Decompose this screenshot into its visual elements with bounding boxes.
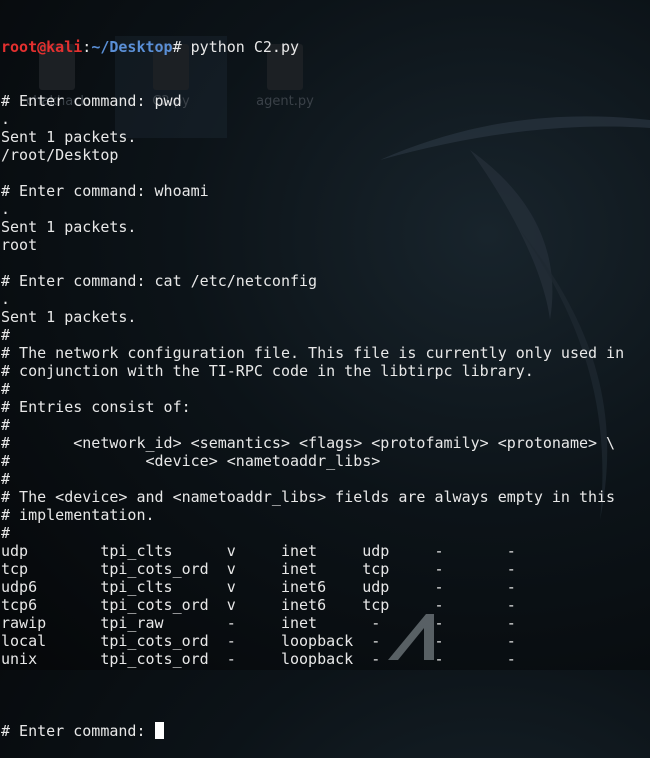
output-line: # Enter command: whoami <box>1 182 209 200</box>
output-line: Sent 1 packets. <box>1 308 137 326</box>
output-line: # <device> <nametoaddr_libs> <box>1 452 381 470</box>
output-line: # The network configuration file. This f… <box>1 344 625 362</box>
output-line: # The <device> and <nametoaddr_libs> fie… <box>1 488 616 506</box>
output-line: udp6 tpi_clts v inet6 udp - - <box>1 578 516 596</box>
prompt-user-host: root@kali <box>1 38 83 56</box>
prompt-path: ~/Desktop <box>91 38 173 56</box>
output-line: . <box>1 290 11 308</box>
prompt-command: python C2.py <box>190 38 300 56</box>
output-line: . <box>1 110 11 128</box>
output-line: . <box>1 200 11 218</box>
prompt-symbol: # <box>172 38 191 56</box>
output-line: # <box>1 524 11 542</box>
output-line: # <box>1 326 11 344</box>
prompt-separator: : <box>82 38 92 56</box>
output-line: # <network_id> <semantics> <flags> <prot… <box>1 434 616 452</box>
input-line[interactable]: # Enter command: <box>1 722 624 740</box>
output-line: Sent 1 packets. <box>1 218 137 236</box>
shell-prompt-line: root@kali:~/Desktop# python C2.py <box>1 38 624 56</box>
output-line: # <box>1 470 11 488</box>
terminal-output[interactable]: root@kali:~/Desktop# python C2.py # Ente… <box>1 2 624 758</box>
output-line: /root/Desktop <box>1 146 119 164</box>
output-line: # Enter command: cat /etc/netconfig <box>1 272 318 290</box>
output-line: tcp6 tpi_cots_ord v inet6 tcp - - <box>1 596 516 614</box>
output-line: udp tpi_clts v inet udp - - <box>1 542 516 560</box>
output-line: unix tpi_cots_ord - loopback - - - <box>1 650 516 668</box>
output-line: local tpi_cots_ord - loopback - - - <box>1 632 516 650</box>
output-line: root <box>1 236 38 254</box>
output-line: # Enter command: pwd <box>1 92 182 110</box>
output-line: Sent 1 packets. <box>1 128 137 146</box>
output-line: tcp tpi_cots_ord v inet tcp - - <box>1 560 516 578</box>
output-line: # conjunction with the TI-RPC code in th… <box>1 362 534 380</box>
output-line: # <box>1 416 11 434</box>
text-cursor <box>154 722 164 739</box>
output-line: # Entries consist of: <box>1 398 191 416</box>
output-line: # <box>1 380 11 398</box>
input-prompt: # Enter command: <box>1 722 155 740</box>
output-line: rawip tpi_raw - inet - - - <box>1 614 516 632</box>
output-line: # implementation. <box>1 506 155 524</box>
xianzhi-watermark-logo <box>388 614 434 660</box>
